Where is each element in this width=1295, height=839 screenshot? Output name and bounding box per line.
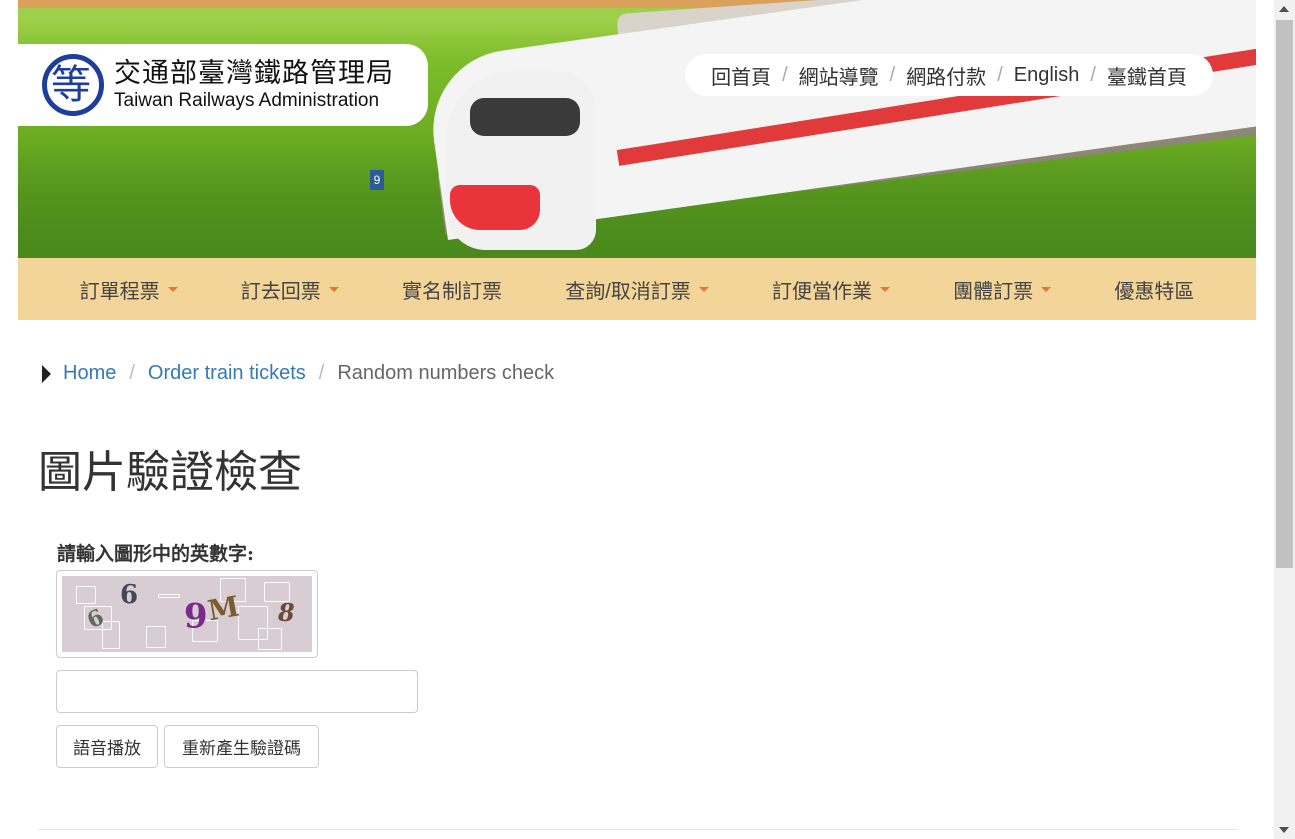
nav-item-label: 查詢/取消訂票: [565, 280, 691, 303]
nav-item-special-offers[interactable]: 優惠特區: [1114, 275, 1194, 304]
train-red-front: [450, 185, 540, 230]
english-link[interactable]: English: [1014, 64, 1080, 87]
audio-play-button[interactable]: 語音播放: [56, 725, 158, 768]
caret-down-icon: [167, 286, 178, 292]
sitemap-link[interactable]: 網站導覽: [799, 61, 879, 90]
scroll-down-icon[interactable]: [1279, 827, 1289, 833]
top-links-bar: 回首頁 / 網站導覽 / 網路付款 / English / 臺鐵首頁: [685, 54, 1213, 96]
online-payment-link[interactable]: 網路付款: [906, 61, 986, 90]
logo-chinese-name: 交通部臺灣鐵路管理局: [114, 58, 394, 89]
nav-item-round-trip-ticket[interactable]: 訂去回票: [241, 275, 339, 304]
nav-item-label: 團體訂票: [953, 280, 1034, 303]
breadcrumb: Home / Order train tickets / Random numb…: [42, 362, 554, 385]
divider: [38, 829, 1238, 830]
nav-item-real-name-booking[interactable]: 實名制訂票: [402, 275, 502, 304]
link-separator: /: [889, 63, 896, 86]
logo-text: 交通部臺灣鐵路管理局 Taiwan Railways Administratio…: [114, 58, 394, 112]
tra-homepage-link[interactable]: 臺鐵首頁: [1107, 61, 1187, 90]
nav-item-label: 實名制訂票: [402, 280, 502, 303]
captcha-label: 請輸入圖形中的英數字:: [57, 543, 255, 565]
caret-down-icon: [1041, 286, 1052, 292]
captcha-glyph: 6: [120, 580, 139, 610]
link-separator: /: [997, 63, 1003, 86]
header-banner: 9: [18, 0, 1256, 258]
nav-item-label: 優惠特區: [1114, 280, 1195, 303]
vertical-scrollbar[interactable]: [1274, 0, 1295, 839]
breadcrumb-order-tickets[interactable]: Order train tickets: [148, 362, 306, 385]
captcha-glyph: M: [205, 589, 242, 628]
nav-item-label: 訂單程票: [79, 280, 160, 303]
caret-down-icon: [698, 286, 709, 292]
home-link[interactable]: 回首頁: [711, 61, 771, 90]
captcha-input[interactable]: [56, 670, 418, 713]
nav-item-bento-order[interactable]: 訂便當作業: [772, 275, 890, 304]
caret-down-icon: [328, 286, 339, 292]
captcha-image-frame: 6 6 M 8 6: [56, 570, 318, 658]
scroll-up-icon[interactable]: [1279, 6, 1289, 12]
train-windshield: [470, 98, 580, 136]
tra-logo-icon: [42, 54, 104, 116]
page-title: 圖片驗證檢查: [38, 447, 302, 498]
regenerate-captcha-button[interactable]: 重新產生驗證碼: [164, 725, 319, 768]
breadcrumb-separator: /: [129, 362, 135, 384]
captcha-image: 6 6 M 8 6: [62, 576, 312, 652]
nav-item-label: 訂便當作業: [771, 280, 872, 303]
nav-item-label: 訂去回票: [240, 280, 321, 303]
caret-right-icon: [42, 364, 51, 383]
site-logo[interactable]: 交通部臺灣鐵路管理局 Taiwan Railways Administratio…: [18, 44, 428, 126]
caret-down-icon: [879, 286, 890, 292]
nav-item-query-cancel[interactable]: 查詢/取消訂票: [565, 275, 709, 304]
breadcrumb-current: Random numbers check: [337, 362, 555, 384]
scrollbar-thumb[interactable]: [1276, 20, 1293, 568]
breadcrumb-home[interactable]: Home: [63, 362, 116, 385]
breadcrumb-separator: /: [318, 362, 325, 384]
link-separator: /: [1090, 63, 1096, 86]
track-sign: 9: [370, 170, 384, 190]
logo-english-name: Taiwan Railways Administration: [114, 90, 380, 111]
captcha-glyph: 8: [278, 598, 295, 627]
nav-item-one-way-ticket[interactable]: 訂單程票: [80, 275, 178, 304]
link-separator: /: [782, 63, 788, 86]
nav-item-group-booking[interactable]: 團體訂票: [953, 275, 1052, 304]
main-nav: 訂單程票 訂去回票 實名制訂票 查詢/取消訂票 訂便當作業 團體訂票 優惠特區: [18, 258, 1256, 320]
